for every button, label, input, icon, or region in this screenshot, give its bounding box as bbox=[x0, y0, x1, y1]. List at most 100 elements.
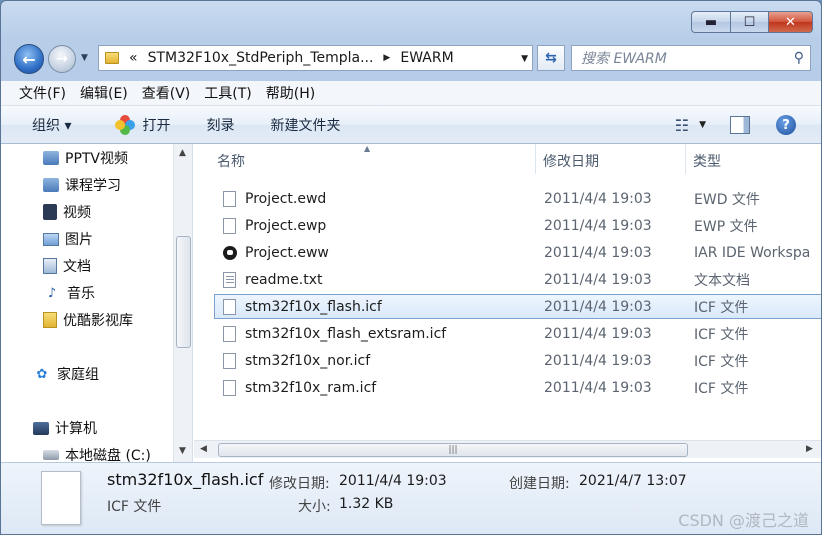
folder-icon bbox=[43, 312, 57, 328]
details-size-label: 大小: bbox=[298, 499, 331, 515]
file-row[interactable]: Project.ewd 2011/4/4 19:03 EWD 文件 bbox=[214, 186, 821, 211]
content-area: PPTV视频 课程学习 视频 图片 文档 ♪ 音乐 优酷影视库 ✿ 家庭组 计算… bbox=[1, 144, 821, 462]
breadcrumb-separator-icon[interactable]: ▶ bbox=[383, 53, 390, 63]
sort-ascending-icon: ▲ bbox=[364, 144, 371, 153]
file-row-selected[interactable]: stm32f10x_flash.icf 2011/4/4 19:03 ICF 文… bbox=[214, 294, 821, 319]
file-type: EWD 文件 bbox=[694, 191, 760, 208]
explorer-window: ▬ ☐ ✕ ← → ▼ « STM32F10x_StdPeriph_Templa… bbox=[0, 0, 822, 535]
file-type: ICF 文件 bbox=[694, 353, 749, 370]
close-button[interactable]: ✕ bbox=[769, 11, 813, 33]
nav-item-youku[interactable]: 优酷影视库 bbox=[43, 308, 133, 332]
file-icon bbox=[223, 218, 236, 234]
nav-item-pptv[interactable]: PPTV视频 bbox=[43, 146, 128, 170]
back-arrow-icon: ← bbox=[22, 49, 36, 69]
column-divider[interactable] bbox=[535, 144, 536, 174]
maximize-button[interactable]: ☐ bbox=[731, 11, 769, 33]
refresh-button[interactable]: ⇆ bbox=[537, 45, 565, 71]
column-header-type[interactable]: 类型 bbox=[693, 144, 721, 178]
organize-button[interactable]: 组织 ▾ bbox=[32, 115, 71, 135]
file-date: 2011/4/4 19:03 bbox=[544, 217, 652, 234]
recent-pages-dropdown[interactable]: ▼ bbox=[81, 53, 88, 63]
file-date: 2011/4/4 19:03 bbox=[544, 298, 652, 315]
details-file-type: ICF 文件 bbox=[107, 499, 162, 515]
menu-tools[interactable]: 工具(T) bbox=[204, 83, 251, 103]
menu-edit[interactable]: 编辑(E) bbox=[80, 83, 128, 103]
nav-item-videos[interactable]: 视频 bbox=[43, 200, 91, 224]
search-input[interactable]: 搜索 EWARM bbox=[581, 48, 794, 68]
nav-item-drive-c[interactable]: 本地磁盘 (C:) bbox=[43, 443, 151, 462]
menu-help[interactable]: 帮助(H) bbox=[266, 83, 315, 103]
open-button[interactable]: 打开 bbox=[115, 114, 170, 135]
menu-file[interactable]: 文件(F) bbox=[19, 83, 66, 103]
nav-item-homegroup[interactable]: ✿ 家庭组 bbox=[33, 362, 99, 386]
documents-icon bbox=[43, 258, 57, 274]
nav-item-label: 家庭组 bbox=[57, 367, 99, 383]
maximize-icon: ☐ bbox=[743, 14, 756, 30]
nav-scroll-thumb[interactable] bbox=[176, 236, 191, 348]
minimize-icon: ▬ bbox=[704, 14, 718, 30]
breadcrumb-overflow[interactable]: « bbox=[129, 50, 138, 66]
minimize-button[interactable]: ▬ bbox=[691, 11, 731, 33]
burn-button[interactable]: 刻录 bbox=[206, 115, 234, 135]
menu-view[interactable]: 查看(V) bbox=[142, 83, 191, 103]
horizontal-scrollbar[interactable]: ◀ ||| ▶ bbox=[194, 440, 821, 458]
nav-item-label: 本地磁盘 (C:) bbox=[65, 448, 151, 462]
file-icon bbox=[223, 191, 236, 207]
file-name: stm32f10x_flash_extsram.icf bbox=[245, 325, 447, 342]
nav-item-documents[interactable]: 文档 bbox=[43, 254, 91, 278]
file-row[interactable]: stm32f10x_nor.icf 2011/4/4 19:03 ICF 文件 bbox=[214, 348, 821, 373]
help-icon[interactable]: ? bbox=[776, 115, 796, 135]
file-row[interactable]: Project.ewp 2011/4/4 19:03 EWP 文件 bbox=[214, 213, 821, 238]
file-row[interactable]: stm32f10x_ram.icf 2011/4/4 19:03 ICF 文件 bbox=[214, 375, 821, 400]
column-divider[interactable] bbox=[685, 144, 686, 174]
nav-item-music[interactable]: ♪ 音乐 bbox=[43, 281, 95, 305]
scroll-up-icon[interactable]: ▲ bbox=[179, 148, 186, 158]
file-row[interactable]: stm32f10x_flash_extsram.icf 2011/4/4 19:… bbox=[214, 321, 821, 346]
file-type: ICF 文件 bbox=[694, 299, 749, 316]
file-row[interactable]: Project.eww 2011/4/4 19:03 IAR IDE Works… bbox=[214, 240, 821, 265]
breadcrumb-parent[interactable]: STM32F10x_StdPeriph_Templa... bbox=[148, 50, 374, 66]
file-name: stm32f10x_nor.icf bbox=[245, 352, 371, 369]
preview-pane-icon[interactable] bbox=[730, 116, 750, 134]
nav-item-label: 文档 bbox=[63, 259, 91, 275]
file-type: IAR IDE Workspa bbox=[694, 244, 811, 261]
details-size-value: 1.32 KB bbox=[339, 496, 394, 512]
address-dropdown-icon[interactable]: ▼ bbox=[521, 54, 528, 64]
file-date: 2011/4/4 19:03 bbox=[544, 352, 652, 369]
nav-item-label: 计算机 bbox=[55, 421, 97, 437]
view-details-icon[interactable]: ☷ bbox=[675, 116, 689, 135]
file-row[interactable]: readme.txt 2011/4/4 19:03 文本文档 bbox=[214, 267, 821, 292]
details-file-name: stm32f10x_flash.icf bbox=[107, 470, 264, 489]
nav-item-pictures[interactable]: 图片 bbox=[43, 227, 93, 251]
nav-item-label: 课程学习 bbox=[65, 178, 121, 194]
nav-item-course[interactable]: 课程学习 bbox=[43, 173, 121, 197]
search-box[interactable]: 搜索 EWARM ⚲ bbox=[571, 45, 811, 71]
nav-item-label: 音乐 bbox=[67, 286, 95, 302]
iar-workspace-icon bbox=[223, 246, 237, 260]
watermark-text: CSDN @渡己之道 bbox=[678, 511, 809, 530]
menu-bar: 文件(F) 编辑(E) 查看(V) 工具(T) 帮助(H) bbox=[1, 81, 821, 106]
forward-button[interactable]: → bbox=[48, 45, 76, 73]
column-header-date[interactable]: 修改日期 bbox=[543, 144, 599, 178]
scroll-left-icon[interactable]: ◀ bbox=[200, 444, 207, 454]
view-dropdown-icon[interactable]: ▼ bbox=[699, 120, 706, 130]
homegroup-icon: ✿ bbox=[36, 366, 48, 382]
breadcrumb-current[interactable]: EWARM bbox=[400, 50, 453, 66]
new-folder-button[interactable]: 新建文件夹 bbox=[270, 115, 340, 135]
address-bar[interactable]: « STM32F10x_StdPeriph_Templa... ▶ EWARM … bbox=[98, 45, 533, 71]
nav-item-computer[interactable]: 计算机 bbox=[33, 416, 97, 440]
file-list: ▲ 名称 修改日期 类型 Project.ewd 2011/4/4 19:03 … bbox=[194, 144, 821, 462]
back-button[interactable]: ← bbox=[14, 44, 44, 74]
search-icon[interactable]: ⚲ bbox=[794, 50, 804, 66]
file-date: 2011/4/4 19:03 bbox=[544, 271, 652, 288]
open-with-icon bbox=[115, 114, 136, 135]
scroll-right-icon[interactable]: ▶ bbox=[806, 444, 813, 454]
scroll-down-icon[interactable]: ▼ bbox=[179, 446, 186, 456]
nav-pane-scrollbar[interactable]: ▲ ▼ bbox=[173, 144, 192, 462]
file-type: ICF 文件 bbox=[694, 380, 749, 397]
file-date: 2011/4/4 19:03 bbox=[544, 190, 652, 207]
details-modified-label: 修改日期: bbox=[269, 476, 330, 492]
column-header-name[interactable]: 名称 bbox=[217, 144, 245, 178]
horizontal-scroll-thumb[interactable]: ||| bbox=[218, 443, 688, 457]
nav-item-label: 视频 bbox=[63, 205, 91, 221]
